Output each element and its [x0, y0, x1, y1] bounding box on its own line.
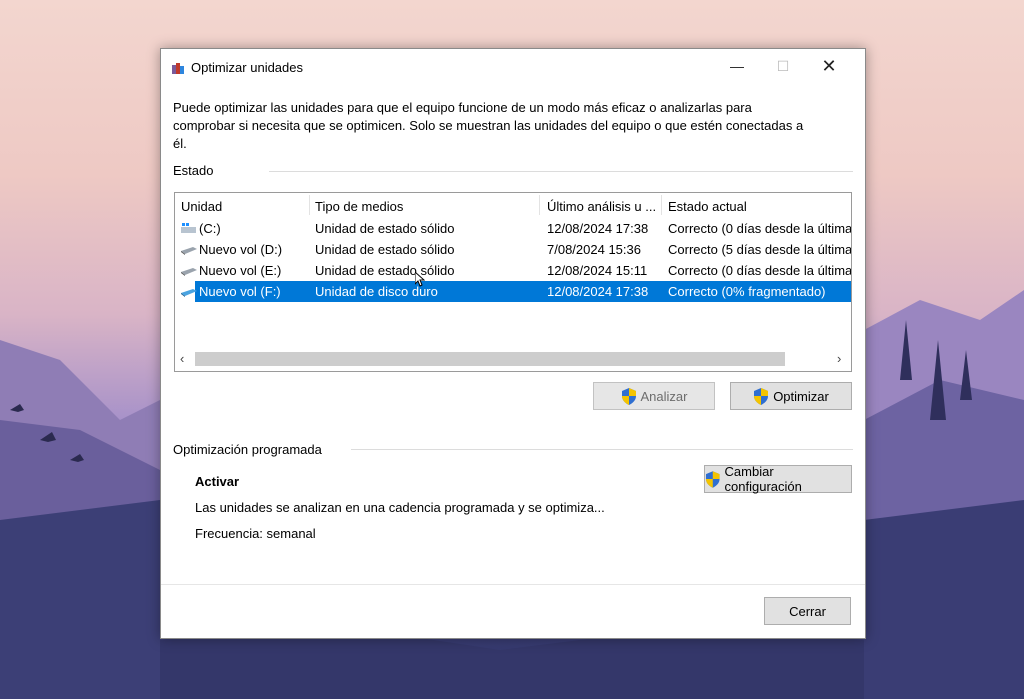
drive-name: (C:) — [199, 221, 221, 236]
drive-status: Correcto (5 días desde la última — [668, 242, 851, 257]
drive-status: Correcto (0 días desde la última — [668, 263, 851, 278]
drives-list[interactable]: Unidad Tipo de medios Último análisis u … — [174, 192, 852, 372]
column-header-last-analysis[interactable]: Último análisis u ... — [547, 199, 656, 214]
drive-row[interactable]: Nuevo vol (D:) Unidad de estado sólido 7… — [175, 239, 851, 260]
window-title: Optimizar unidades — [191, 60, 303, 75]
minimize-button[interactable]: — — [714, 49, 760, 83]
close-button[interactable]: Cerrar — [764, 597, 851, 625]
change-settings-label: Cambiar configuración — [724, 464, 802, 494]
status-section-label: Estado — [173, 163, 214, 178]
drive-last-analysis: 12/08/2024 17:38 — [547, 221, 649, 236]
drive-icon — [181, 268, 197, 276]
drive-name: Nuevo vol (F:) — [199, 284, 281, 299]
description-text: Puede optimizar las unidades para que el… — [173, 100, 804, 151]
mouse-cursor-icon — [415, 272, 425, 287]
minimize-icon: — — [730, 58, 744, 74]
list-header: Unidad Tipo de medios Último análisis u … — [175, 193, 851, 217]
drive-icon — [181, 247, 197, 255]
drive-last-analysis: 7/08/2024 15:36 — [547, 242, 641, 257]
optimize-drives-window: Optimizar unidades — ☐ ✕ Puede optimizar… — [160, 48, 866, 639]
hdd-icon — [181, 289, 197, 297]
column-header-status[interactable]: Estado actual — [668, 199, 747, 214]
drive-name: Nuevo vol (E:) — [199, 263, 282, 278]
column-separator[interactable] — [661, 195, 662, 215]
change-settings-button[interactable]: Cambiar configuración — [704, 464, 852, 494]
maximize-button[interactable]: ☐ — [760, 49, 806, 83]
close-label: Cerrar — [789, 603, 826, 619]
analyze-label: Analizar — [640, 388, 688, 404]
column-header-drive[interactable]: Unidad — [181, 199, 222, 214]
column-header-media[interactable]: Tipo de medios — [315, 199, 403, 214]
status-divider — [269, 171, 853, 172]
close-window-button[interactable]: ✕ — [806, 49, 852, 83]
drive-row[interactable]: (C:) Unidad de estado sólido 12/08/2024 … — [175, 218, 851, 239]
footer-divider — [161, 584, 865, 585]
maximize-icon: ☐ — [776, 57, 790, 74]
drive-row-selected[interactable]: Nuevo vol (F:) Unidad de disco duro 12/0… — [175, 281, 851, 302]
schedule-description: Las unidades se analizan en una cadencia… — [195, 500, 605, 515]
close-icon: ✕ — [821, 55, 837, 76]
drive-status: Correcto (0 días desde la última — [668, 221, 851, 236]
drive-row[interactable]: Nuevo vol (E:) Unidad de estado sólido 1… — [175, 260, 851, 281]
drive-media-type: Unidad de estado sólido — [315, 263, 455, 278]
drive-media-type: Unidad de estado sólido — [315, 221, 455, 236]
drive-status: Correcto (0% fragmentado) — [668, 284, 826, 299]
horizontal-scrollbar[interactable]: ‹ › — [175, 349, 851, 369]
scrollbar-thumb[interactable] — [195, 352, 785, 366]
drive-last-analysis: 12/08/2024 17:38 — [547, 284, 649, 299]
schedule-section-label: Optimización programada — [173, 442, 322, 457]
uac-shield-icon — [754, 387, 769, 405]
uac-shield-icon — [705, 470, 720, 488]
drive-last-analysis: 12/08/2024 15:11 — [547, 263, 648, 278]
scroll-right-icon[interactable]: › — [837, 351, 841, 366]
schedule-frequency: Frecuencia: semanal — [195, 526, 316, 541]
column-separator[interactable] — [539, 195, 540, 215]
defrag-app-icon — [172, 63, 184, 74]
schedule-status: Activar — [195, 474, 240, 489]
column-separator[interactable] — [309, 195, 310, 215]
optimize-label: Optimizar — [773, 388, 829, 404]
uac-shield-icon — [621, 387, 636, 405]
system-drive-icon — [181, 223, 196, 233]
optimize-button[interactable]: Optimizar — [730, 382, 852, 410]
analyze-button[interactable]: Analizar — [593, 382, 715, 410]
schedule-divider — [351, 449, 853, 450]
scroll-left-icon[interactable]: ‹ — [180, 351, 184, 366]
drive-name: Nuevo vol (D:) — [199, 242, 283, 257]
drive-media-type: Unidad de estado sólido — [315, 242, 455, 257]
title-bar[interactable]: Optimizar unidades — ☐ ✕ — [161, 49, 865, 85]
